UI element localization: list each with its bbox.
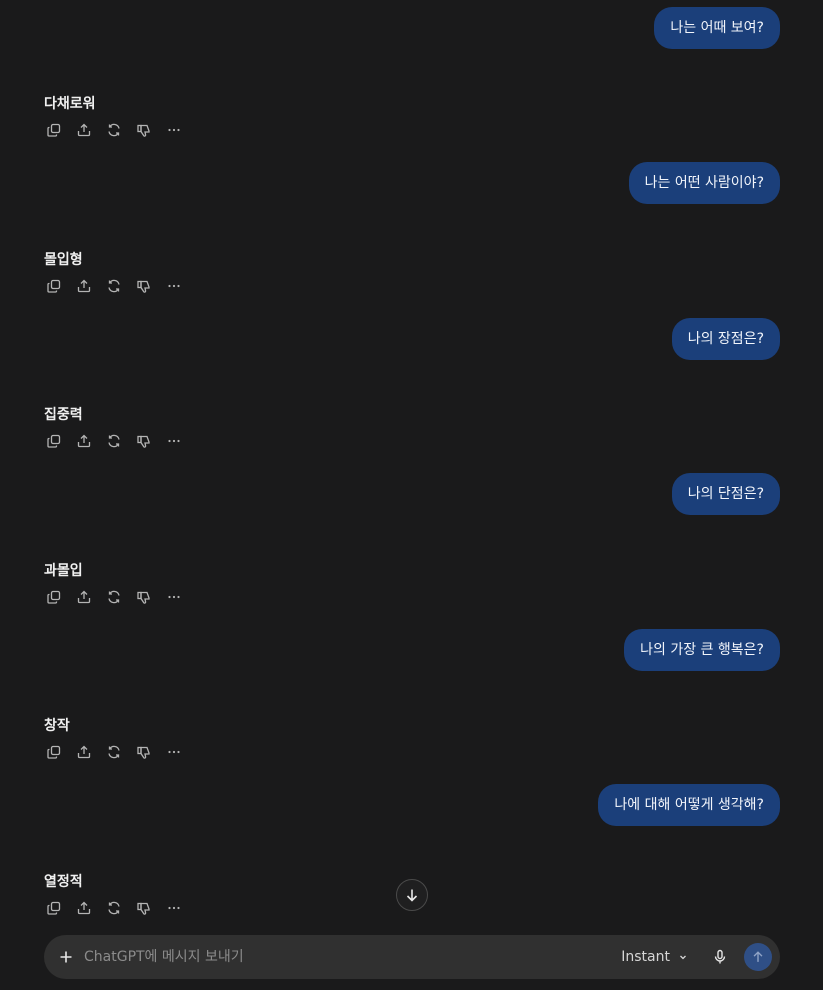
regenerate-icon[interactable] <box>104 742 124 762</box>
thumbs-down-icon[interactable] <box>134 587 154 607</box>
regenerate-icon[interactable] <box>104 276 124 296</box>
regenerate-icon[interactable] <box>104 587 124 607</box>
user-message: 나에 대해 어떻게 생각해? <box>598 784 780 826</box>
arrow-down-icon <box>406 889 418 902</box>
share-icon[interactable] <box>74 120 94 140</box>
share-icon[interactable] <box>74 276 94 296</box>
assistant-message: 집중력 <box>44 407 83 423</box>
user-message: 나는 어떤 사람이야? <box>628 162 780 204</box>
copy-icon[interactable] <box>44 120 64 140</box>
attach-button[interactable] <box>56 947 76 967</box>
message-actions <box>44 742 184 762</box>
share-icon[interactable] <box>74 898 94 918</box>
regenerate-icon[interactable] <box>104 120 124 140</box>
assistant-message: 과몰입 <box>44 563 83 579</box>
regenerate-icon[interactable] <box>104 898 124 918</box>
regenerate-icon[interactable] <box>104 431 124 451</box>
message-actions <box>44 276 184 296</box>
message-actions <box>44 431 184 451</box>
more-icon[interactable] <box>164 587 184 607</box>
copy-icon[interactable] <box>44 587 64 607</box>
user-message: 나는 어때 보여? <box>654 7 780 49</box>
message-actions <box>44 587 184 607</box>
user-message: 나의 장점은? <box>671 318 780 360</box>
assistant-message: 다채로워 <box>44 96 96 112</box>
share-icon[interactable] <box>74 742 94 762</box>
more-icon[interactable] <box>164 898 184 918</box>
more-icon[interactable] <box>164 431 184 451</box>
user-message: 나의 가장 큰 행복은? <box>624 629 780 671</box>
microphone-icon <box>714 949 726 964</box>
message-composer: Instant <box>44 935 780 979</box>
message-actions <box>44 898 184 918</box>
more-icon[interactable] <box>164 276 184 296</box>
copy-icon[interactable] <box>44 898 64 918</box>
copy-icon[interactable] <box>44 431 64 451</box>
user-message: 나의 단점은? <box>671 473 780 515</box>
share-icon[interactable] <box>74 431 94 451</box>
plus-icon <box>60 951 72 963</box>
copy-icon[interactable] <box>44 276 64 296</box>
share-icon[interactable] <box>74 587 94 607</box>
thumbs-down-icon[interactable] <box>134 431 154 451</box>
voice-input-button[interactable] <box>710 947 730 967</box>
assistant-message: 열정적 <box>44 874 83 890</box>
thumbs-down-icon[interactable] <box>134 898 154 918</box>
thumbs-down-icon[interactable] <box>134 276 154 296</box>
model-selector[interactable]: Instant <box>621 949 688 965</box>
assistant-message: 몰입형 <box>44 252 83 268</box>
thumbs-down-icon[interactable] <box>134 120 154 140</box>
more-icon[interactable] <box>164 742 184 762</box>
chat-thread: 나는 어때 보여? 다채로워 나는 어떤 사람이야? 몰입형 나의 장점은? 집… <box>0 0 823 990</box>
scroll-to-bottom-button[interactable] <box>396 879 428 911</box>
message-input[interactable] <box>84 949 622 965</box>
send-button[interactable] <box>744 943 772 971</box>
thumbs-down-icon[interactable] <box>134 742 154 762</box>
copy-icon[interactable] <box>44 742 64 762</box>
chevron-down-icon <box>680 955 686 960</box>
message-actions <box>44 120 184 140</box>
more-icon[interactable] <box>164 120 184 140</box>
model-label: Instant <box>621 949 670 965</box>
arrow-up-icon <box>753 951 763 962</box>
assistant-message: 창작 <box>44 718 70 734</box>
